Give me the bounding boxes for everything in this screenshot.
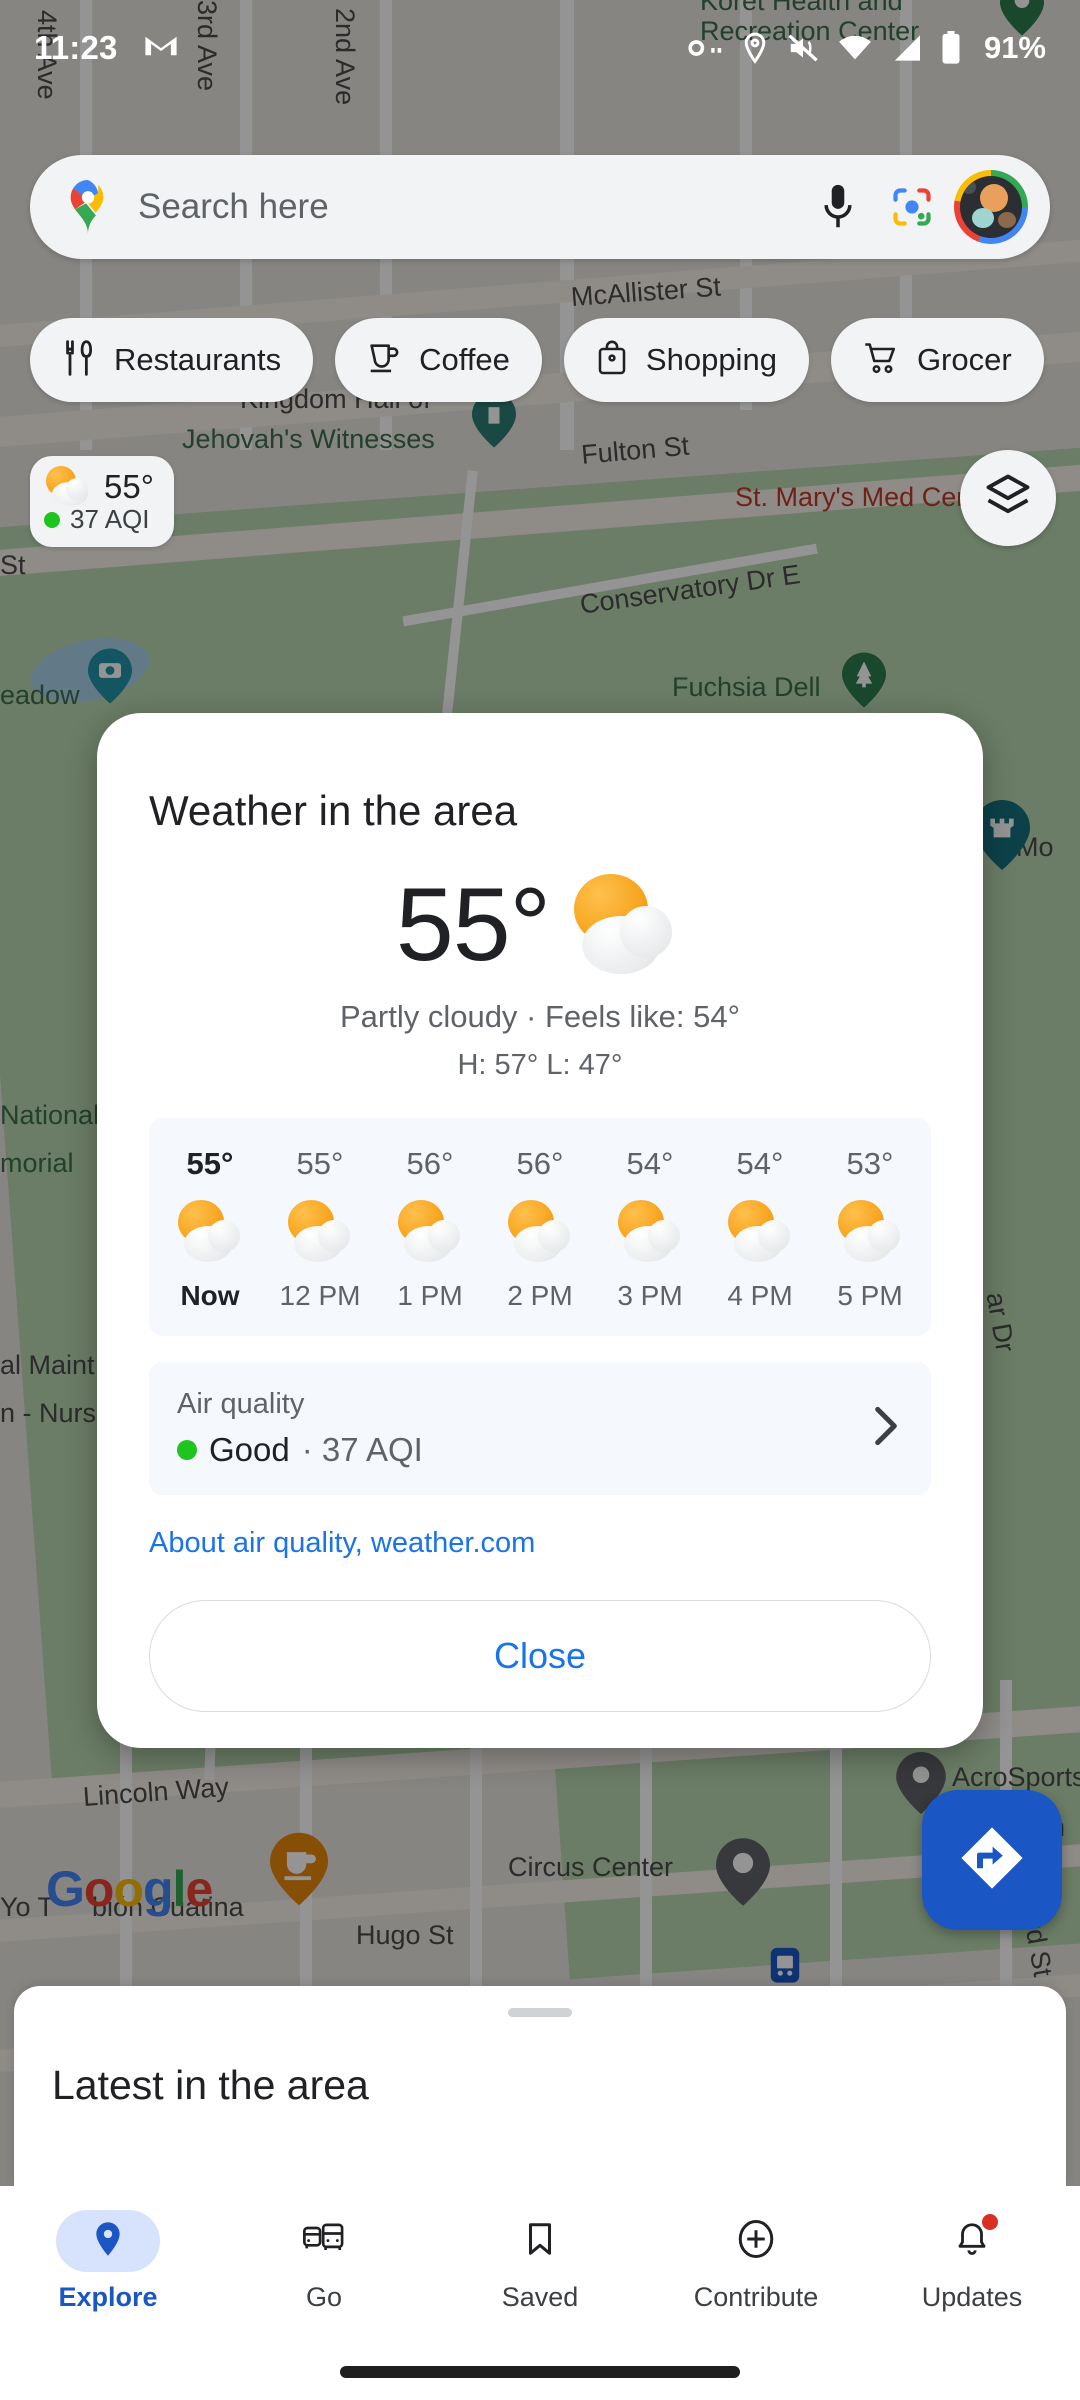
shopping-bag-icon <box>596 340 628 381</box>
search-bar[interactable]: Search here <box>30 155 1050 259</box>
partly-cloudy-icon <box>394 1200 466 1262</box>
chip-groceries[interactable]: Grocer <box>830 318 1044 402</box>
battery-percent: 91% <box>983 30 1046 65</box>
search-input[interactable]: Search here <box>138 187 810 227</box>
weather-pill-aqi: 37 AQI <box>70 504 150 534</box>
hour-label: 5 PM <box>837 1280 903 1311</box>
partly-cloudy-icon <box>724 1200 796 1262</box>
partly-cloudy-icon <box>614 1200 686 1262</box>
weather-high-low: H: 57° L: 47° <box>457 1049 623 1081</box>
plus-circle-icon <box>735 2218 777 2265</box>
weather-dialog: Weather in the area 55° Partly cloudy · … <box>97 713 983 1748</box>
air-quality-status: Good <box>209 1431 290 1468</box>
location-pin-icon <box>742 32 768 64</box>
partly-cloudy-icon <box>174 1200 246 1262</box>
shopping-cart-icon <box>863 341 899 380</box>
restaurant-icon <box>62 339 96 381</box>
dialog-title: Weather in the area <box>149 787 518 834</box>
current-temperature: 55° <box>395 867 551 983</box>
vpn-key-icon <box>688 36 724 60</box>
hour-label: 1 PM <box>397 1280 463 1311</box>
phone-screen: 4th Ave 3rd Ave 2nd Ave Koret Health and Rec… <box>0 0 1080 2400</box>
cell-signal-icon <box>890 34 922 62</box>
directions-arrow-icon <box>956 1822 1028 1899</box>
account-avatar[interactable] <box>954 170 1028 244</box>
hour-column[interactable]: 53° 5 PM <box>815 1146 925 1312</box>
hour-column[interactable]: 56° 2 PM <box>485 1146 595 1312</box>
system-gesture-bar[interactable] <box>340 2366 740 2378</box>
hourly-forecast[interactable]: 55° Now 55° 12 PM 56° 1 PM 56° 2 PM 54° 3 PM 54° 4 … <box>149 1118 931 1336</box>
nav-item-explore[interactable]: Explore <box>0 2202 216 2400</box>
hour-temperature: 55° <box>186 1146 234 1181</box>
partly-cloudy-icon <box>284 1200 356 1262</box>
sheet-title: Latest in the area <box>52 2062 369 2108</box>
chip-label-restaurants: Restaurants <box>114 342 282 377</box>
hour-column[interactable]: 54° 3 PM <box>595 1146 705 1312</box>
hour-label: 3 PM <box>617 1280 683 1311</box>
air-quality-status-dot <box>177 1440 197 1460</box>
layers-icon <box>982 470 1034 527</box>
nav-label-go: Go <box>305 2282 343 2312</box>
partly-cloudy-icon <box>834 1200 906 1262</box>
hour-column[interactable]: 55° Now <box>155 1146 265 1312</box>
weather-condition: Partly cloudy · Feels like: 54° <box>339 999 741 1034</box>
partly-cloudy-icon <box>564 874 684 976</box>
chip-label-coffee: Coffee <box>419 342 510 377</box>
hour-temperature: 53° <box>846 1146 894 1181</box>
map-layers-button[interactable] <box>960 450 1056 546</box>
hour-column[interactable]: 55° 12 PM <box>265 1146 375 1312</box>
partly-cloudy-icon <box>504 1200 576 1262</box>
chevron-right-icon[interactable] <box>869 1401 903 1456</box>
latest-in-area-sheet[interactable]: Latest in the area <box>14 1986 1066 2186</box>
battery-icon <box>940 31 962 65</box>
hour-temperature: 56° <box>516 1146 564 1181</box>
air-quality-index: · 37 AQI <box>301 1431 423 1468</box>
hour-column[interactable]: 54° 4 PM <box>705 1146 815 1312</box>
chip-label-shopping: Shopping <box>645 342 777 377</box>
drag-handle[interactable] <box>508 2008 572 2017</box>
hour-label: Now <box>180 1280 240 1311</box>
hour-column[interactable]: 56° 1 PM <box>375 1146 485 1312</box>
weather-pill[interactable]: 55° 37 AQI <box>30 456 174 547</box>
hour-temperature: 54° <box>626 1146 674 1181</box>
mute-icon <box>786 33 820 63</box>
updates-badge <box>982 2214 998 2230</box>
nav-label-explore: Explore <box>58 2282 158 2312</box>
microphone-icon[interactable] <box>810 179 866 235</box>
wifi-icon <box>838 35 872 61</box>
current-weather: 55° <box>97 873 983 977</box>
hour-temperature: 56° <box>406 1146 454 1181</box>
hour-label: 4 PM <box>727 1280 793 1311</box>
hour-temperature: 55° <box>296 1146 344 1181</box>
google-lens-icon[interactable] <box>884 179 940 235</box>
status-bar: 11:23 91% <box>0 0 1080 96</box>
nav-label-contribute: Contribute <box>693 2282 819 2312</box>
chip-label-groceries: Grocer <box>916 342 1012 377</box>
hour-label: 12 PM <box>279 1280 361 1311</box>
nav-item-updates[interactable]: Updates <box>864 2202 1080 2400</box>
air-quality-label: Air quality <box>177 1388 305 1420</box>
nav-label-saved: Saved <box>501 2282 579 2312</box>
attribution-link[interactable]: About air quality, weather.com <box>149 1527 983 1560</box>
chip-restaurants[interactable]: Restaurants <box>30 318 314 402</box>
weather-pill-temp: 55° <box>104 468 154 505</box>
chip-coffee[interactable]: Coffee <box>335 318 542 402</box>
partly-cloudy-icon <box>44 466 96 508</box>
google-maps-pin-icon <box>60 179 116 235</box>
hour-temperature: 54° <box>736 1146 784 1181</box>
bookmark-icon <box>521 2219 559 2264</box>
coffee-cup-icon <box>367 341 401 380</box>
aqi-status-dot <box>44 511 60 528</box>
commute-icon <box>302 2219 346 2264</box>
chip-shopping[interactable]: Shopping <box>563 318 809 402</box>
hour-label: 2 PM <box>507 1280 573 1311</box>
close-button[interactable]: Close <box>149 1600 931 1712</box>
air-quality-row[interactable]: Air quality Good · 37 AQI <box>149 1362 931 1495</box>
gmail-icon <box>144 33 178 64</box>
status-clock: 11:23 <box>34 29 118 66</box>
category-chips: Restaurants Coffee Shopping Grocer <box>30 318 1044 402</box>
nav-label-updates: Updates <box>921 2282 1023 2312</box>
directions-fab[interactable] <box>922 1790 1062 1930</box>
map-pin-icon <box>88 2219 128 2264</box>
